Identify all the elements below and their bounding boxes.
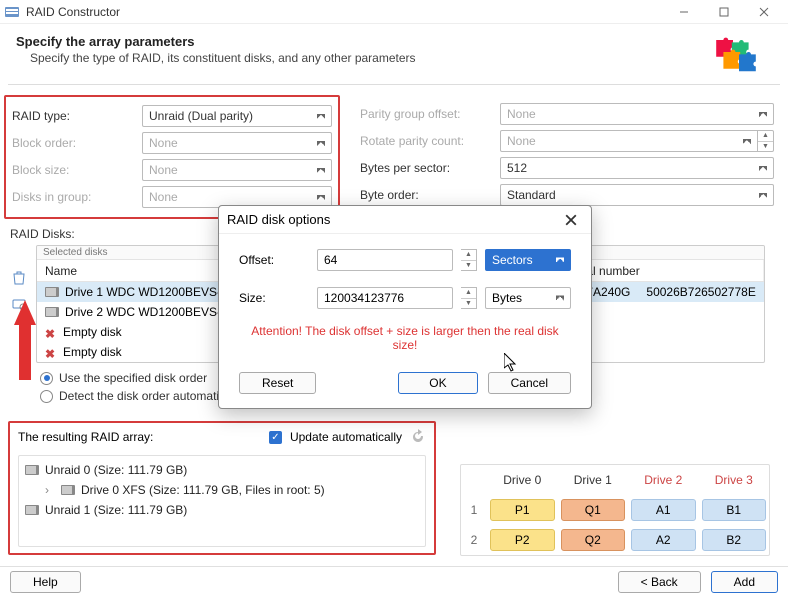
cancel-button[interactable]: Cancel (488, 372, 571, 394)
page-subtitle: Specify the type of RAID, its constituen… (16, 51, 712, 65)
rotate-parity-spinner: ▲▼ (758, 130, 774, 152)
byte-order-combo[interactable]: Standard (500, 184, 774, 206)
reset-button[interactable]: Reset (239, 372, 316, 394)
warning-text: Attention! The disk offset + size is lar… (239, 324, 571, 352)
size-spinner[interactable]: ▲▼ (461, 287, 477, 309)
grid-cell: P1 (490, 499, 555, 521)
minimize-button[interactable] (664, 1, 704, 23)
resulting-raid-box: The resulting RAID array: ✓ Update autom… (8, 421, 436, 555)
disks-in-group-label: Disks in group: (12, 190, 142, 204)
grid-cell: B2 (702, 529, 767, 551)
result-label: The resulting RAID array: (18, 430, 261, 444)
wizard-footer: Help < Back Add (0, 566, 788, 598)
parity-offset-combo: None (500, 103, 774, 125)
result-tree[interactable]: Unraid 0 (Size: 111.79 GB) ›Drive 0 XFS … (18, 455, 426, 547)
wizard-header: Specify the array parameters Specify the… (0, 24, 788, 84)
drive-layout-grid: Drive 0 Drive 1 Drive 2 Drive 3 1 P1 Q1 … (460, 464, 770, 556)
grid-cell: B1 (702, 499, 767, 521)
grid-cell: P2 (490, 529, 555, 551)
delete-disk-button[interactable] (10, 269, 28, 287)
size-unit-combo[interactable]: Bytes (485, 287, 571, 309)
offset-label: Offset: (239, 253, 309, 267)
drive-icon (25, 505, 39, 515)
offset-spinner[interactable]: ▲▼ (461, 249, 477, 271)
drive-icon (45, 287, 59, 297)
dialog-close-button[interactable] (559, 208, 583, 232)
refresh-icon[interactable] (410, 429, 426, 445)
raid-disk-options-dialog: RAID disk options Offset: 64 ▲▼ Sectors … (218, 205, 592, 409)
list-item: Unraid 0 (Size: 111.79 GB) (25, 460, 419, 480)
empty-disk-icon: ✖ (45, 347, 57, 357)
cursor-icon (504, 353, 520, 373)
grid-head: Drive 2 (628, 465, 699, 495)
raid-type-combo[interactable]: Unraid (Dual parity) (142, 105, 332, 127)
block-size-label: Block size: (12, 163, 142, 177)
close-button[interactable] (744, 1, 784, 23)
titlebar: RAID Constructor (0, 0, 788, 24)
maximize-button[interactable] (704, 1, 744, 23)
chevron-right-icon[interactable]: › (45, 483, 55, 497)
rotate-parity-label: Rotate parity count: (360, 134, 500, 148)
radio-on-icon (40, 372, 53, 385)
block-order-label: Block order: (12, 136, 142, 150)
block-order-combo: None (142, 132, 332, 154)
puzzle-icon (712, 34, 762, 74)
back-button[interactable]: < Back (618, 571, 701, 593)
size-label: Size: (239, 291, 309, 305)
parity-offset-label: Parity group offset: (360, 107, 500, 121)
bytes-per-sector-combo[interactable]: 512 (500, 157, 774, 179)
grid-cell: Q2 (561, 529, 626, 551)
drive-icon (61, 485, 75, 495)
annotation-arrow-icon (10, 300, 40, 380)
app-icon (4, 4, 20, 20)
update-auto-checkbox[interactable]: ✓ (269, 431, 282, 444)
grid-cell: A1 (631, 499, 696, 521)
empty-disk-icon: ✖ (45, 327, 57, 337)
grid-cell: Q1 (561, 499, 626, 521)
list-item: Unraid 1 (Size: 111.79 GB) (25, 500, 419, 520)
ok-button[interactable]: OK (398, 372, 477, 394)
list-item: ›Drive 0 XFS (Size: 111.79 GB, Files in … (25, 480, 419, 500)
block-size-combo: None (142, 159, 332, 181)
size-input[interactable]: 120034123776 (317, 287, 453, 309)
update-auto-label: Update automatically (290, 430, 402, 444)
grid-head: Drive 1 (558, 465, 629, 495)
offset-unit-combo[interactable]: Sectors (485, 249, 571, 271)
raid-type-label: RAID type: (12, 109, 142, 123)
help-button[interactable]: Help (10, 571, 81, 593)
dialog-title: RAID disk options (227, 212, 559, 227)
offset-input[interactable]: 64 (317, 249, 453, 271)
window-title: RAID Constructor (26, 5, 664, 19)
byte-order-label: Byte order: (360, 188, 500, 202)
add-button[interactable]: Add (711, 571, 778, 593)
params-left-group: RAID type:Unraid (Dual parity) Block ord… (4, 95, 340, 219)
params-right-group: Parity group offset:None Rotate parity c… (340, 95, 780, 219)
grid-head: Drive 0 (487, 465, 558, 495)
page-title: Specify the array parameters (16, 34, 712, 49)
grid-cell: A2 (631, 529, 696, 551)
radio-off-icon (40, 390, 53, 403)
drive-icon (45, 307, 59, 317)
rotate-parity-input: None (500, 130, 758, 152)
bytes-per-sector-label: Bytes per sector: (360, 161, 500, 175)
grid-head: Drive 3 (699, 465, 770, 495)
drive-icon (25, 465, 39, 475)
